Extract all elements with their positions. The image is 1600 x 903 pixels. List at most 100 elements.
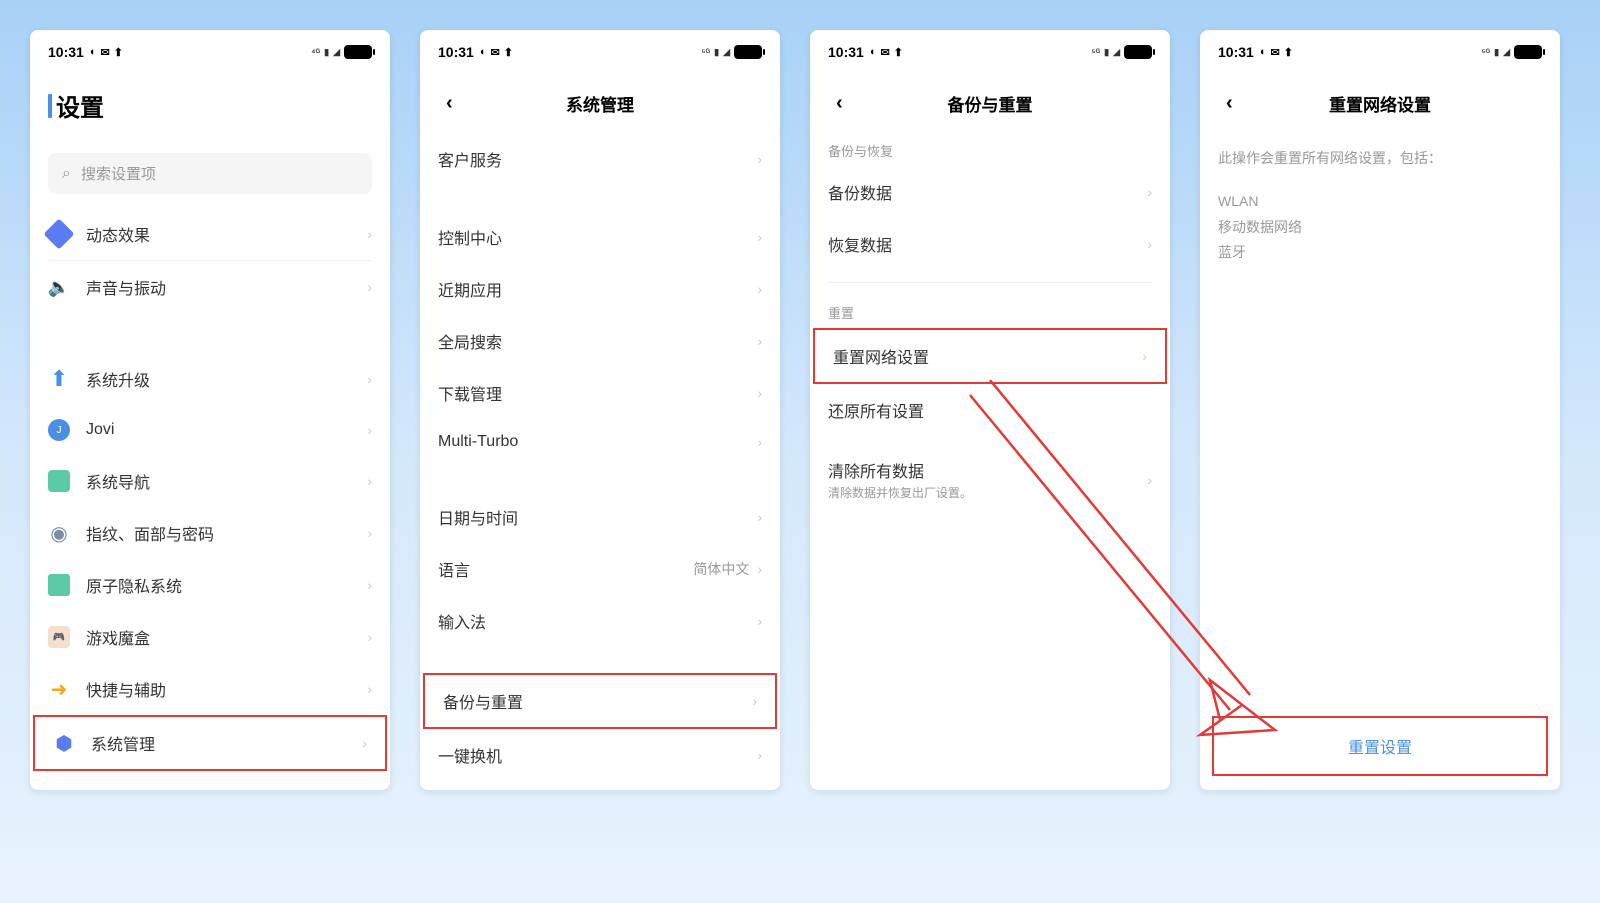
- status-time: 10:31: [48, 44, 84, 60]
- upgrade-icon: ⬆: [48, 368, 70, 390]
- item-language[interactable]: 语言 简体中文 ›: [420, 543, 780, 595]
- item-input-method[interactable]: 输入法 ›: [420, 595, 780, 647]
- signal-icon: ▮: [714, 47, 719, 58]
- item-fingerprint[interactable]: ◉ 指纹、面部与密码 ›: [30, 507, 390, 559]
- item-game-box[interactable]: 🎮 游戏魔盒 ›: [30, 611, 390, 663]
- status-time: 10:31: [828, 44, 864, 60]
- item-restore-all[interactable]: 还原所有设置: [810, 384, 1170, 436]
- jovi-icon: J: [48, 419, 70, 441]
- item-customer-service[interactable]: 客户服务 ›: [420, 133, 780, 185]
- chevron-right-icon: ›: [757, 151, 762, 167]
- chevron-right-icon: ›: [752, 693, 757, 709]
- network-icon: ⁵ᴳ: [701, 47, 710, 57]
- page-header: ‹ 重置网络设置: [1200, 68, 1560, 133]
- chevron-right-icon: ›: [757, 747, 762, 763]
- page-header: 设置: [30, 68, 390, 137]
- moon-icon: ◐: [1260, 46, 1267, 58]
- status-time: 10:31: [438, 44, 474, 60]
- reset-scope-list: WLAN 移动数据网络 蓝牙: [1200, 183, 1560, 271]
- signal-icon: ▮: [324, 47, 329, 58]
- reset-settings-button[interactable]: 重置设置: [1212, 716, 1548, 776]
- battery-icon: [344, 45, 372, 59]
- status-bar: 10:31 ◐ ✉ ⬆ ⁵ᴳ ▮ ◢: [810, 30, 1170, 68]
- status-bar: 10:31 ◐ ✉ ⬆ ⁴ᴳ ▮ ◢: [30, 30, 390, 68]
- item-system-mgmt[interactable]: ⬢ 系统管理 ›: [33, 715, 387, 771]
- usb-icon: ⬆: [1284, 46, 1293, 59]
- page-header: ‹ 备份与重置: [810, 68, 1170, 133]
- chevron-right-icon: ›: [367, 226, 372, 242]
- item-download-mgmt[interactable]: 下载管理 ›: [420, 367, 780, 419]
- speaker-icon: 🔈: [48, 276, 70, 298]
- scope-wlan: WLAN: [1218, 189, 1542, 214]
- info-description: 此操作会重置所有网络设置，包括：: [1200, 133, 1560, 183]
- chevron-right-icon: ›: [757, 281, 762, 297]
- search-input[interactable]: ⌕ 搜索设置项: [48, 153, 372, 194]
- usb-icon: ⬆: [114, 46, 123, 59]
- item-privacy[interactable]: 原子隐私系统 ›: [30, 559, 390, 611]
- scope-mobile: 移动数据网络: [1218, 215, 1542, 240]
- section-reset: 重置: [810, 295, 1170, 328]
- item-date-time[interactable]: 日期与时间 ›: [420, 491, 780, 543]
- item-backup-data[interactable]: 备份数据 ›: [810, 166, 1170, 218]
- chevron-right-icon: ›: [362, 735, 367, 751]
- item-system-nav[interactable]: 系统导航 ›: [30, 455, 390, 507]
- page-title: 设置: [48, 88, 104, 123]
- section-backup-restore: 备份与恢复: [810, 133, 1170, 166]
- wifi-icon: ◢: [1113, 47, 1120, 58]
- chevron-right-icon: ›: [1142, 348, 1147, 364]
- item-restore-data[interactable]: 恢复数据 ›: [810, 218, 1170, 270]
- back-button[interactable]: ‹: [1218, 88, 1241, 119]
- game-icon: 🎮: [48, 626, 70, 648]
- chevron-right-icon: ›: [367, 681, 372, 697]
- diamond-icon: [43, 218, 74, 249]
- item-shortcuts[interactable]: ➜ 快捷与辅助 ›: [30, 663, 390, 715]
- chevron-right-icon: ›: [1147, 236, 1152, 252]
- chevron-right-icon: ›: [367, 279, 372, 295]
- wifi-icon: ◢: [333, 47, 340, 58]
- chevron-right-icon: ›: [367, 473, 372, 489]
- wifi-icon: ◢: [1503, 47, 1510, 58]
- item-global-search[interactable]: 全局搜索 ›: [420, 315, 780, 367]
- network-icon: ⁴ᴳ: [311, 47, 320, 57]
- chevron-right-icon: ›: [757, 229, 762, 245]
- battery-icon: [1124, 45, 1152, 59]
- back-button[interactable]: ‹: [438, 88, 461, 119]
- item-backup-reset[interactable]: 备份与重置 ›: [423, 673, 777, 729]
- battery-icon: [734, 45, 762, 59]
- item-one-key[interactable]: 一键换机 ›: [420, 729, 780, 781]
- item-multi-user[interactable]: 多用户 当前登录的用户：机主 ›: [420, 781, 780, 790]
- item-system-upgrade[interactable]: ⬆ 系统升级 ›: [30, 353, 390, 405]
- chevron-right-icon: ›: [757, 613, 762, 629]
- page-title: 备份与重置: [948, 91, 1033, 116]
- phone-screen-settings: 10:31 ◐ ✉ ⬆ ⁴ᴳ ▮ ◢ 设置 ⌕ 搜索设置项 动态效果 ›: [30, 30, 390, 790]
- mail-icon: ✉: [880, 46, 889, 59]
- chevron-right-icon: ›: [367, 525, 372, 541]
- chevron-right-icon: ›: [367, 629, 372, 645]
- item-recent-apps[interactable]: 近期应用 ›: [420, 263, 780, 315]
- chevron-right-icon: ›: [757, 434, 762, 450]
- battery-icon: [1514, 45, 1542, 59]
- item-reset-network[interactable]: 重置网络设置 ›: [813, 328, 1167, 384]
- shortcut-icon: ➜: [48, 678, 70, 700]
- chevron-right-icon: ›: [367, 577, 372, 593]
- item-clear-all[interactable]: 清除所有数据 清除数据并恢复出厂设置。 ›: [810, 444, 1170, 515]
- back-button[interactable]: ‹: [828, 88, 851, 119]
- chevron-right-icon: ›: [367, 371, 372, 387]
- chevron-right-icon: ›: [757, 509, 762, 525]
- network-icon: ⁵ᴳ: [1481, 47, 1490, 57]
- signal-icon: ▮: [1104, 47, 1109, 58]
- nav-icon: [48, 470, 70, 492]
- item-sound-vibration[interactable]: 🔈 声音与振动 ›: [30, 261, 390, 313]
- wifi-icon: ◢: [723, 47, 730, 58]
- item-control-center[interactable]: 控制中心 ›: [420, 211, 780, 263]
- page-title: 系统管理: [566, 91, 634, 116]
- item-multi-turbo[interactable]: Multi-Turbo ›: [420, 419, 780, 465]
- scope-bluetooth: 蓝牙: [1218, 240, 1542, 265]
- page-title: 重置网络设置: [1329, 91, 1431, 116]
- gear-icon: ⬢: [53, 732, 75, 754]
- item-jovi[interactable]: J Jovi ›: [30, 405, 390, 455]
- item-dynamic-effects[interactable]: 动态效果 ›: [30, 208, 390, 260]
- page-header: ‹ 系统管理: [420, 68, 780, 133]
- privacy-icon: [48, 574, 70, 596]
- phone-screen-reset-network: 10:31 ◐ ✉ ⬆ ⁵ᴳ ▮ ◢ ‹ 重置网络设置 此操作会重置所有网络设置…: [1200, 30, 1560, 790]
